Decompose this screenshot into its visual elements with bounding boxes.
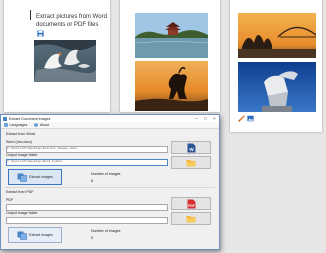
- maximize-icon[interactable]: □: [201, 116, 210, 121]
- browse-pdf-folder-button[interactable]: [171, 212, 211, 225]
- sydney-opera-house-photo: [238, 13, 316, 58]
- sculpture-sky-photo: [238, 62, 316, 112]
- word-extract-images-label: Extract images: [29, 175, 53, 179]
- word-extract-images-button[interactable]: Extract images: [8, 169, 62, 185]
- sunset-horse-statue-photo: [135, 61, 208, 111]
- pdf-image-count-value: 0: [91, 235, 94, 240]
- extract-images-dialog: Extract Document Images – □ × A Language…: [0, 114, 220, 250]
- svg-text:A: A: [5, 123, 7, 127]
- word-file-input[interactable]: C:\Users\PC\Desktop\Extract_Images.docx: [6, 146, 168, 153]
- browse-pdf-button[interactable]: PDF: [171, 197, 211, 210]
- image-icon[interactable]: [247, 115, 254, 122]
- minimize-icon[interactable]: –: [192, 116, 201, 121]
- menu-languages[interactable]: A Languages: [4, 123, 27, 127]
- pdf-file-input[interactable]: [6, 204, 168, 211]
- word-file-icon: W: [187, 143, 195, 152]
- save-icon[interactable]: [37, 30, 44, 37]
- pavilion-lake-photo: [135, 13, 208, 58]
- swans-photo: [34, 40, 96, 82]
- document-page-2: [120, 0, 220, 112]
- close-icon[interactable]: ×: [210, 116, 219, 121]
- pdf-file-label: PDF: [6, 198, 14, 202]
- browse-word-folder-button[interactable]: [171, 156, 211, 169]
- svg-text:PDF: PDF: [188, 203, 195, 207]
- word-output-folder-input[interactable]: C:\Users\PC\Desktop\Word_Folder: [6, 159, 168, 166]
- pdf-section-heading: Extract from PDF: [6, 190, 34, 194]
- about-icon: [34, 123, 39, 127]
- word-image-count-label: Number of images: [91, 172, 121, 176]
- document-page-3: [230, 0, 322, 132]
- pdf-image-count-label: Number of images: [91, 229, 121, 233]
- menu-about-label: About: [39, 123, 50, 127]
- pdf-file-icon: PDF: [187, 199, 195, 208]
- dialog-title: Extract Document Images: [9, 116, 51, 121]
- languages-icon: A: [4, 123, 8, 127]
- menu-about[interactable]: About: [34, 123, 49, 127]
- image-toolbar: [238, 115, 254, 122]
- window-controls: – □ ×: [192, 116, 219, 121]
- word-section-heading: Extract from Word: [6, 132, 35, 136]
- word-image-count-value: 6: [91, 178, 94, 183]
- text-caret: [30, 10, 31, 20]
- folder-icon: [186, 215, 196, 222]
- crop-icon[interactable]: [238, 115, 245, 122]
- pdf-output-folder-label: Output image folder: [6, 211, 38, 215]
- dialog-titlebar[interactable]: Extract Document Images – □ ×: [1, 115, 219, 122]
- extract-images-icon: [17, 231, 27, 240]
- section-divider: [5, 187, 215, 188]
- document-heading: Extract pictures from Word documents or …: [36, 14, 107, 28]
- folder-icon: [186, 159, 196, 166]
- word-file-label: Word (doc,docx): [6, 140, 33, 144]
- document-page-1: Extract pictures from Word documents or …: [4, 0, 110, 112]
- app-icon: [3, 116, 7, 121]
- menu-languages-label: Languages: [9, 123, 28, 127]
- pdf-extract-images-button[interactable]: Extract images: [8, 227, 62, 243]
- pdf-extract-images-label: Extract images: [29, 233, 53, 237]
- menu-bar: A Languages About: [1, 122, 219, 129]
- browse-word-button[interactable]: W: [171, 141, 211, 154]
- word-output-folder-label: Output image folder: [6, 153, 38, 157]
- extract-images-icon: [17, 173, 27, 182]
- pdf-output-folder-input[interactable]: [6, 217, 168, 224]
